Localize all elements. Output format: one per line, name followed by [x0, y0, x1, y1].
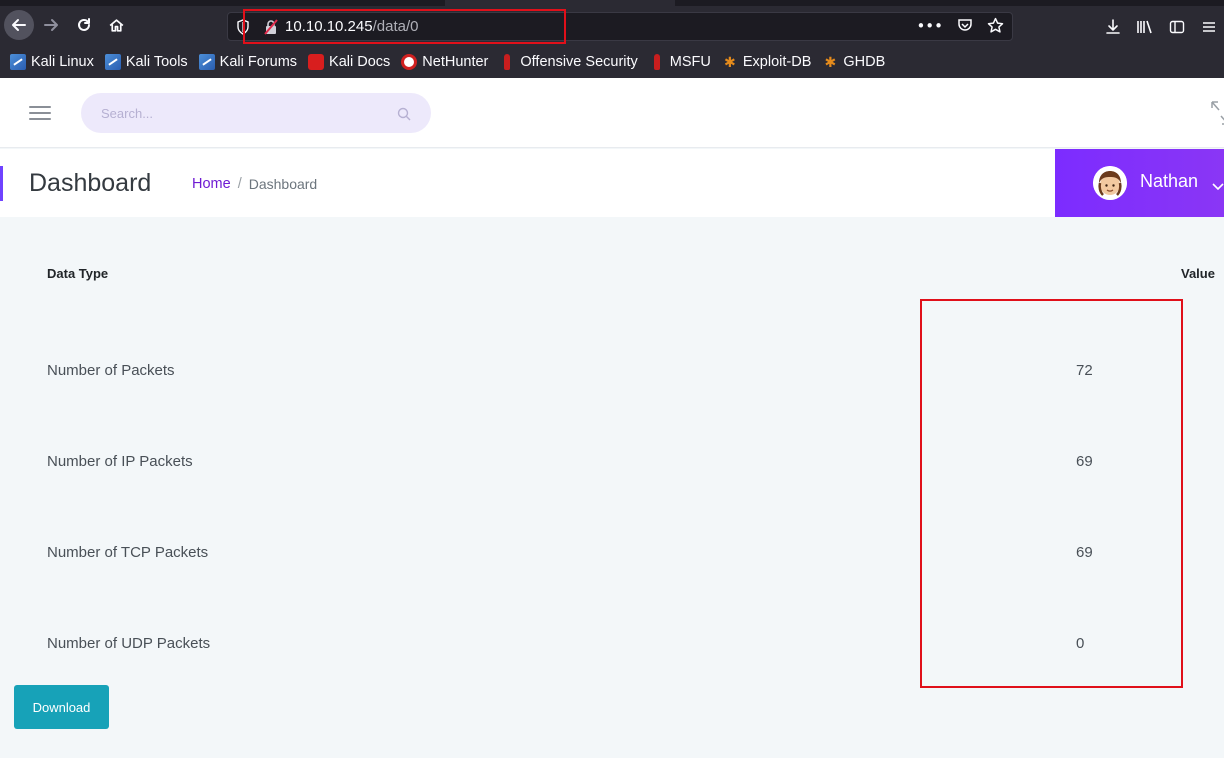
breadcrumb-current: Dashboard: [248, 176, 318, 192]
reload-icon[interactable]: [69, 10, 99, 40]
chevron-down-icon[interactable]: [1212, 177, 1224, 196]
app-topbar: [0, 78, 1224, 148]
url-actions: •••: [916, 17, 1004, 38]
title-accent-bar: [0, 166, 3, 201]
kali-dragon-icon: [198, 54, 215, 70]
bookmark-kali-linux[interactable]: Kali Linux: [10, 54, 94, 70]
kali-dragon-icon: [10, 54, 26, 70]
user-menu[interactable]: Nathan: [1055, 149, 1224, 217]
value-annotation-box: [920, 299, 1183, 688]
bookmarks-toolbar: Kali Linux Kali Tools Kali Forums Kali D…: [0, 50, 1224, 74]
row-label-ip-packets: Number of IP Packets: [47, 453, 193, 470]
fullscreen-icon[interactable]: [1210, 100, 1224, 130]
search-box: [81, 93, 431, 133]
download-arrow-icon[interactable]: [1104, 18, 1122, 36]
bookmark-kali-tools[interactable]: Kali Tools: [104, 54, 188, 70]
avatar[interactable]: [1093, 166, 1127, 200]
offsec-icon: [499, 54, 515, 70]
browser-chrome: 10.10.10.245/data/0 ••• Kali Linux Kali …: [0, 0, 1224, 78]
page-title: Dashboard: [29, 169, 152, 197]
page-actions-icon[interactable]: •••: [916, 17, 943, 38]
page-header: Dashboard Home / Dashboard Nathan: [0, 149, 1224, 217]
bookmark-offensive-security[interactable]: Offensive Security: [499, 54, 638, 70]
bookmark-exploit-db[interactable]: ✱ Exploit-DB: [722, 54, 811, 70]
nethunter-icon: [401, 54, 418, 70]
row-label-packets: Number of Packets: [47, 362, 175, 379]
sidebar-icon[interactable]: [1168, 18, 1186, 36]
library-icon[interactable]: [1136, 18, 1154, 36]
home-icon[interactable]: [101, 10, 131, 40]
search-icon[interactable]: [397, 106, 411, 125]
browser-toolbar-right: [1104, 18, 1224, 36]
search-input[interactable]: [81, 93, 431, 133]
kali-dragon-icon: [104, 54, 121, 70]
bookmark-kali-forums[interactable]: Kali Forums: [198, 54, 297, 70]
bookmark-kali-docs[interactable]: Kali Docs: [308, 54, 390, 70]
offsec-icon: [649, 54, 665, 70]
exploit-db-icon: ✱: [724, 54, 736, 70]
bookmark-star-icon[interactable]: [987, 17, 1004, 38]
menu-icon[interactable]: [1200, 18, 1218, 36]
pocket-icon[interactable]: [957, 17, 973, 38]
bookmark-msfu[interactable]: MSFU: [649, 54, 711, 70]
url-annotation-box: [243, 9, 566, 44]
kali-docs-icon: [308, 54, 325, 70]
column-header-data-type: Data Type: [47, 266, 109, 281]
hamburger-menu-icon[interactable]: [29, 106, 51, 120]
breadcrumb: Home / Dashboard: [192, 176, 317, 192]
row-label-udp-packets: Number of UDP Packets: [47, 635, 211, 652]
page-content: Dashboard Home / Dashboard Nathan: [0, 78, 1224, 758]
download-button[interactable]: Download: [14, 685, 109, 729]
exploit-db-icon: ✱: [824, 54, 837, 70]
browser-navbar: 10.10.10.245/data/0 •••: [0, 6, 1224, 46]
breadcrumb-separator: /: [237, 176, 242, 192]
bookmark-ghdb[interactable]: ✱ GHDB: [822, 54, 886, 70]
breadcrumb-home-link[interactable]: Home: [192, 176, 231, 192]
column-header-value: Value: [1181, 266, 1215, 281]
bookmark-nethunter[interactable]: NetHunter: [401, 54, 488, 70]
back-arrow-icon[interactable]: [4, 10, 34, 40]
user-name[interactable]: Nathan: [1140, 171, 1198, 192]
row-label-tcp-packets: Number of TCP Packets: [47, 544, 209, 561]
forward-arrow-icon[interactable]: [36, 10, 66, 40]
